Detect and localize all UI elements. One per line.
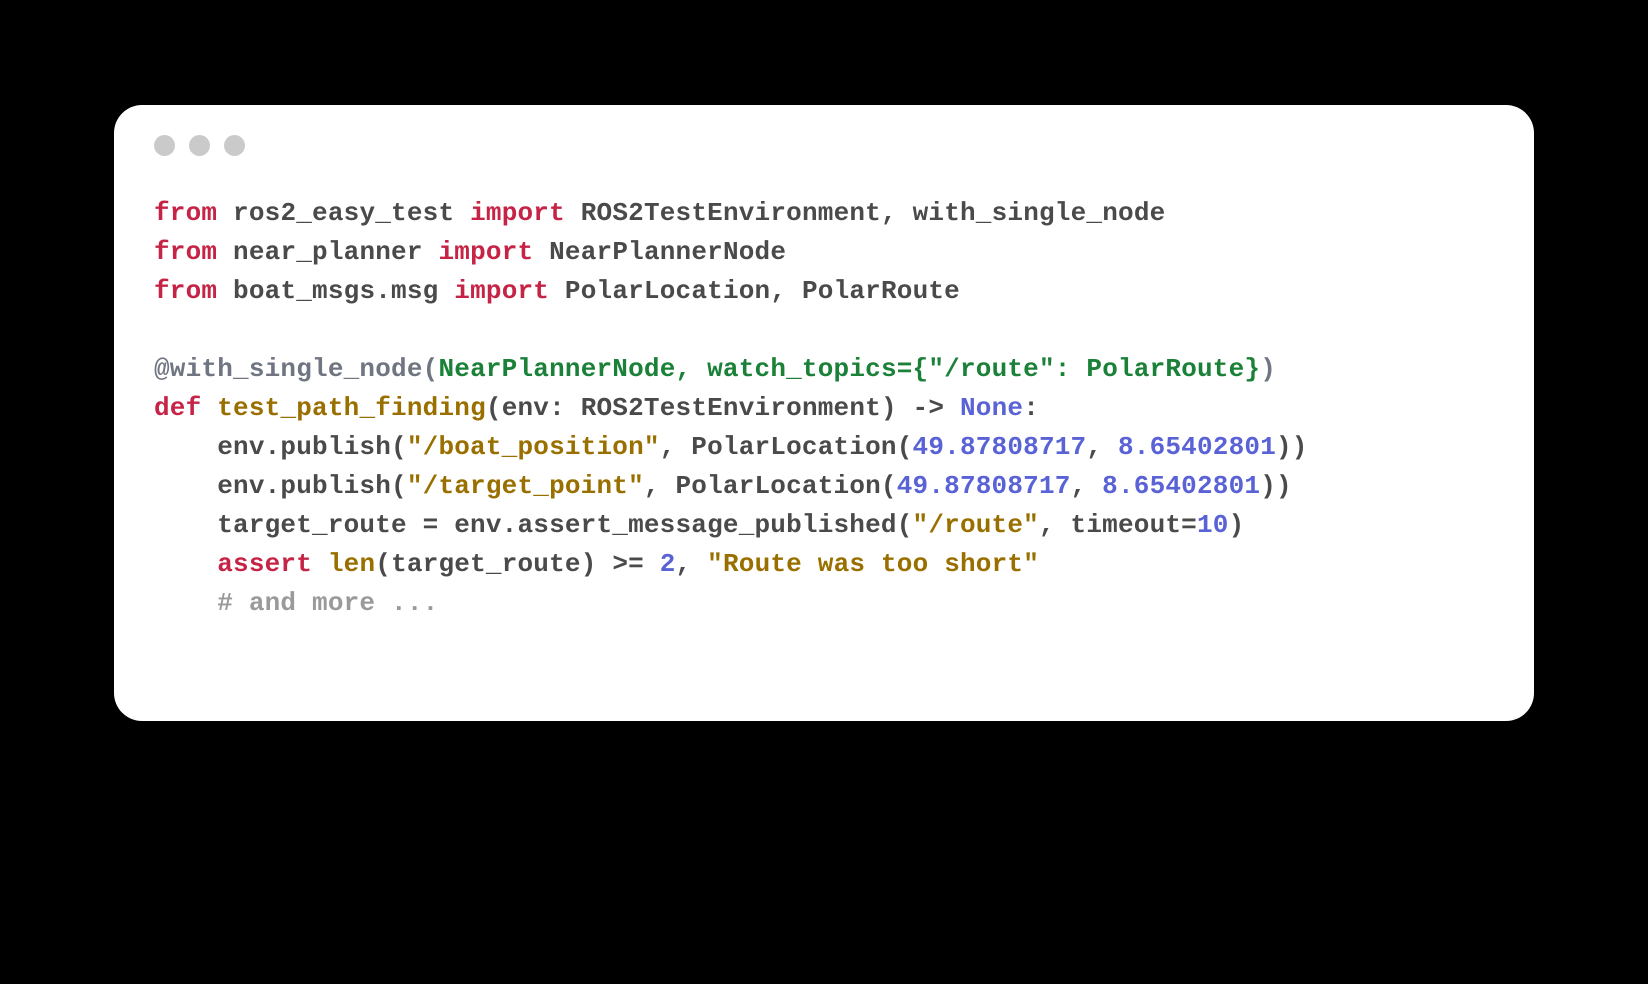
kw-assert: assert (217, 549, 312, 579)
number: 49.87808717 (897, 471, 1071, 501)
close-icon (154, 135, 175, 156)
kw-from: from (154, 276, 217, 306)
kw-import: import (470, 198, 565, 228)
kw-from: from (154, 198, 217, 228)
zoom-icon (224, 135, 245, 156)
decorator-arg: NearPlannerNode, watch_topics={ (438, 354, 928, 384)
string: "/target_point" (407, 471, 644, 501)
number: 8.65402801 (1102, 471, 1260, 501)
string: "/route" (928, 354, 1054, 384)
string: "/route" (913, 510, 1039, 540)
kw-def: def (154, 393, 201, 423)
signature: (env: ROS2TestEnvironment) -> (486, 393, 960, 423)
none-literal: None (960, 393, 1023, 423)
func-name: test_path_finding (217, 393, 486, 423)
import-names: ROS2TestEnvironment, with_single_node (581, 198, 1166, 228)
builtin-len: len (328, 549, 375, 579)
number: 8.65402801 (1118, 432, 1276, 462)
kw-import: import (454, 276, 549, 306)
kw-import: import (438, 237, 533, 267)
module: ros2_easy_test (233, 198, 454, 228)
module: boat_msgs.msg (233, 276, 438, 306)
string: "Route was too short" (707, 549, 1039, 579)
import-names: NearPlannerNode (549, 237, 786, 267)
minimize-icon (189, 135, 210, 156)
comment: # and more ... (154, 588, 438, 618)
code-window: from ros2_easy_test import ROS2TestEnvir… (114, 105, 1534, 721)
kw-from: from (154, 237, 217, 267)
number: 49.87808717 (913, 432, 1087, 462)
module: near_planner (233, 237, 423, 267)
number: 10 (1197, 510, 1229, 540)
window-controls (154, 135, 1494, 156)
number: 2 (660, 549, 676, 579)
code-block: from ros2_easy_test import ROS2TestEnvir… (154, 194, 1494, 623)
string: "/boat_position" (407, 432, 660, 462)
import-names: PolarLocation, PolarRoute (565, 276, 960, 306)
decorator-at: @with_single_node (154, 354, 423, 384)
